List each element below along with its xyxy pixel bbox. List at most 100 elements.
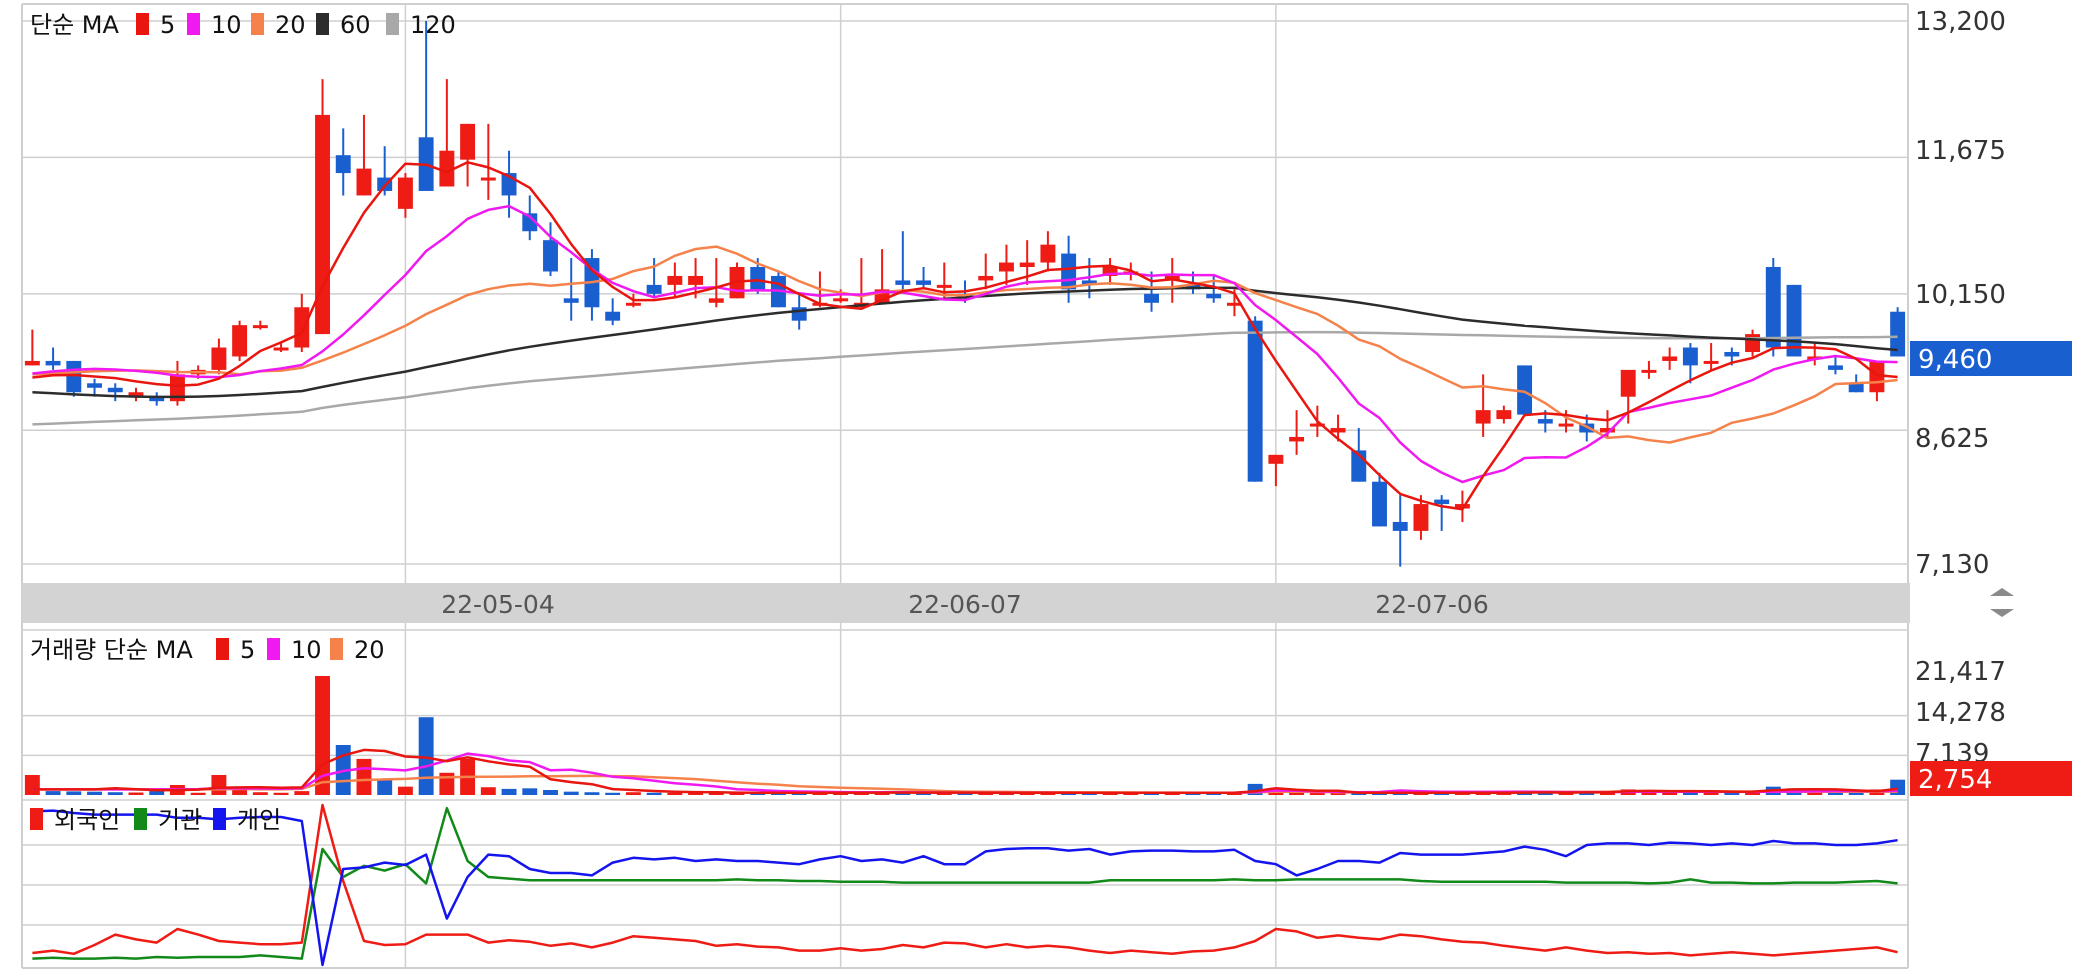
candle-body[interactable] (1558, 423, 1574, 427)
volume-bar[interactable] (149, 791, 165, 795)
volume-bar[interactable] (211, 774, 227, 795)
candle-body[interactable] (998, 262, 1014, 272)
candle-body[interactable] (1019, 262, 1035, 268)
candle-body[interactable] (688, 275, 704, 285)
candle-body[interactable] (1662, 356, 1678, 361)
candle-body[interactable] (1289, 436, 1305, 442)
candle-body[interactable] (750, 267, 766, 290)
date-label-1: 22-05-04 (441, 590, 554, 619)
candle-body[interactable] (833, 298, 849, 302)
volume-legend-title: 거래량 단순 MA (30, 636, 193, 664)
volume-bar[interactable] (24, 774, 40, 795)
candle-body[interactable] (1682, 347, 1698, 366)
candle-body[interactable] (1537, 419, 1553, 424)
volume-bar[interactable] (543, 789, 558, 795)
candle-body[interactable] (1247, 320, 1263, 482)
candle-body[interactable] (1475, 410, 1491, 424)
candle-body[interactable] (563, 298, 579, 303)
volume-bar[interactable] (45, 791, 61, 795)
candle-body[interactable] (315, 114, 330, 335)
volume-bar[interactable] (1289, 792, 1305, 795)
candle-body[interactable] (1620, 369, 1636, 397)
legend-label-foreign: 외국인 (54, 806, 120, 834)
candle-body[interactable] (335, 155, 351, 174)
candle-body[interactable] (87, 383, 102, 388)
volume-bar[interactable] (107, 792, 123, 795)
candle-body[interactable] (1724, 351, 1740, 357)
volume-bar[interactable] (625, 792, 641, 795)
candle-body[interactable] (1765, 267, 1781, 348)
legend-swatch-foreign (30, 808, 43, 830)
candle-body[interactable] (1641, 369, 1657, 373)
candle-body[interactable] (252, 325, 268, 329)
legend-label-ma5: 5 (160, 11, 175, 39)
candle-body[interactable] (543, 240, 558, 272)
price-legend-title: 단순 MA (30, 11, 119, 39)
volume-bar[interactable] (1848, 792, 1864, 795)
volume-bar[interactable] (190, 792, 206, 795)
candle-body[interactable] (1372, 481, 1387, 527)
stock-chart[interactable]: 22-05-04 22-06-07 22-07-06 13,200 11,675… (0, 0, 2078, 979)
candle-body[interactable] (356, 168, 372, 196)
volume-bar[interactable] (667, 792, 683, 795)
candle-body[interactable] (667, 275, 683, 285)
candle-body[interactable] (936, 284, 952, 288)
candle-body[interactable] (294, 307, 310, 348)
volume-bar[interactable] (273, 792, 289, 795)
candle-body[interactable] (1268, 454, 1284, 464)
volume-bar[interactable] (605, 792, 621, 795)
candle-body[interactable] (397, 177, 413, 209)
candle-body[interactable] (1434, 499, 1450, 505)
candle-body[interactable] (1206, 293, 1222, 299)
candle-body[interactable] (708, 298, 724, 303)
candle-body[interactable] (605, 311, 621, 321)
candle-body[interactable] (1061, 253, 1077, 290)
candle-body[interactable] (625, 302, 641, 306)
candle-body[interactable] (1040, 244, 1056, 263)
volume-tick: 21,417 (1915, 657, 2006, 687)
volume-bar[interactable] (563, 791, 579, 795)
candle-body[interactable] (1848, 383, 1864, 393)
candle-body[interactable] (1392, 521, 1408, 531)
volume-bar[interactable] (522, 788, 538, 795)
volume-bar[interactable] (66, 791, 82, 795)
candle-body[interactable] (1144, 293, 1159, 303)
candle-body[interactable] (273, 347, 289, 351)
volume-bar[interactable] (1662, 792, 1678, 795)
candle-body[interactable] (211, 347, 227, 370)
volume-bar[interactable] (128, 792, 144, 795)
candle-body[interactable] (895, 280, 911, 285)
volume-bar[interactable] (501, 788, 517, 795)
candle-body[interactable] (1828, 365, 1843, 370)
legend-label-institution: 기관 (158, 806, 202, 834)
legend-swatch-ma120 (386, 13, 399, 35)
candle-body[interactable] (24, 360, 40, 366)
volume-bar[interactable] (480, 787, 496, 795)
volume-bar[interactable] (584, 792, 600, 795)
legend-swatch-ma10 (187, 13, 200, 35)
volume-tick: 14,278 (1915, 698, 2006, 728)
volume-bar[interactable] (356, 758, 372, 795)
candle-body[interactable] (480, 177, 496, 181)
candle-body[interactable] (1786, 284, 1802, 357)
candle-body[interactable] (460, 123, 476, 160)
candle-body[interactable] (1330, 428, 1346, 433)
candle-body[interactable] (45, 360, 61, 366)
candle-body[interactable] (1496, 410, 1512, 420)
candle-body[interactable] (1703, 360, 1719, 364)
candle-body[interactable] (1413, 504, 1429, 531)
candle-body[interactable] (978, 275, 994, 281)
candle-body[interactable] (646, 284, 662, 294)
volume-bar[interactable] (294, 791, 310, 795)
candle-body[interactable] (232, 325, 248, 357)
candle-body[interactable] (916, 280, 932, 285)
volume-bar[interactable] (646, 792, 662, 795)
candle-body[interactable] (1745, 334, 1761, 352)
volume-bar[interactable] (377, 779, 393, 795)
chart-background (0, 0, 2078, 979)
volume-bar[interactable] (397, 786, 413, 795)
volume-bar[interactable] (252, 792, 268, 795)
volume-bar[interactable] (87, 791, 102, 795)
legend-label-ma120: 120 (410, 11, 456, 39)
candle-body[interactable] (107, 387, 123, 393)
